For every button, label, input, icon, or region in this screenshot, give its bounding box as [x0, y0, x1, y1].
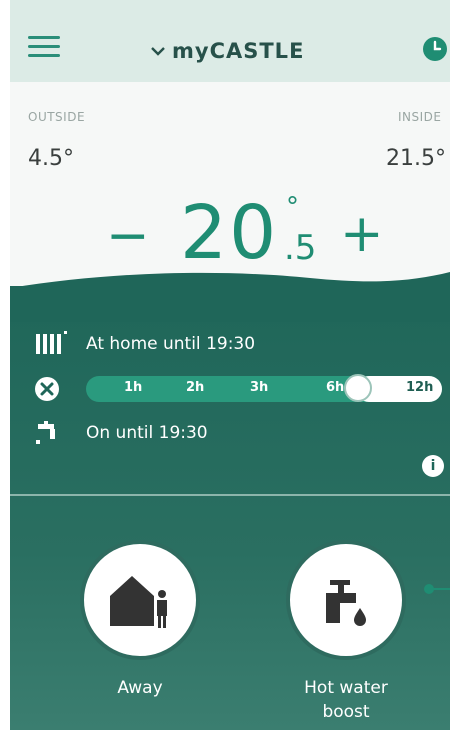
app-title: myCASTLE [172, 39, 305, 63]
outside-label: OUTSIDE [28, 110, 86, 124]
hot-water-boost-label: Hot water boost [266, 676, 426, 724]
away-label: Away [117, 678, 163, 698]
hot-water-label-line1: Hot water [304, 678, 388, 698]
radiator-icon [36, 331, 67, 354]
chevron-down-icon [151, 47, 165, 56]
tap-icon [36, 421, 55, 444]
inside-temperature: 21.5° [386, 146, 446, 171]
temperature-panel: OUTSIDE INSIDE 4.5° 21.5° − 20 ° .5 + [10, 82, 450, 292]
increase-temperature-button[interactable]: + [340, 204, 384, 264]
faucet-drop-icon [326, 580, 366, 626]
close-circle-icon[interactable] [34, 376, 60, 402]
slider-tick-2h: 2h [186, 380, 205, 395]
away-button[interactable] [80, 540, 200, 660]
heating-status-text: At home until 19:30 [86, 334, 256, 354]
info-icon[interactable]: i [422, 455, 444, 477]
pager-dot[interactable] [424, 584, 434, 594]
clock-icon[interactable] [422, 36, 448, 62]
house-person-icon [110, 576, 167, 628]
section-divider [10, 494, 450, 496]
top-bar: myCASTLE [10, 0, 450, 82]
panel-wave [10, 272, 450, 322]
slider-tick-1h: 1h [124, 380, 143, 395]
hot-water-status-text: On until 19:30 [86, 423, 208, 443]
setpoint-degree: ° [286, 192, 299, 222]
slider-tick-6h: 6h [326, 380, 345, 395]
hamburger-icon[interactable] [28, 36, 60, 58]
decrease-temperature-button[interactable]: − [106, 206, 150, 266]
slider-tick-12h: 12h [406, 380, 434, 395]
hot-water-label-line2: boost [322, 702, 370, 722]
inside-label: INSIDE [398, 110, 442, 124]
hot-water-boost-button[interactable] [286, 540, 406, 660]
slider-knob[interactable] [344, 374, 372, 402]
outside-temperature: 4.5° [28, 146, 74, 171]
slider-tick-3h: 3h [250, 380, 269, 395]
device-selector[interactable]: myCASTLE [150, 38, 304, 64]
duration-slider[interactable]: 1h 2h 3h 6h 12h [86, 374, 442, 402]
app-screen: myCASTLE OUTSIDE INSIDE 4.5° 21.5° − 20 … [10, 0, 450, 730]
